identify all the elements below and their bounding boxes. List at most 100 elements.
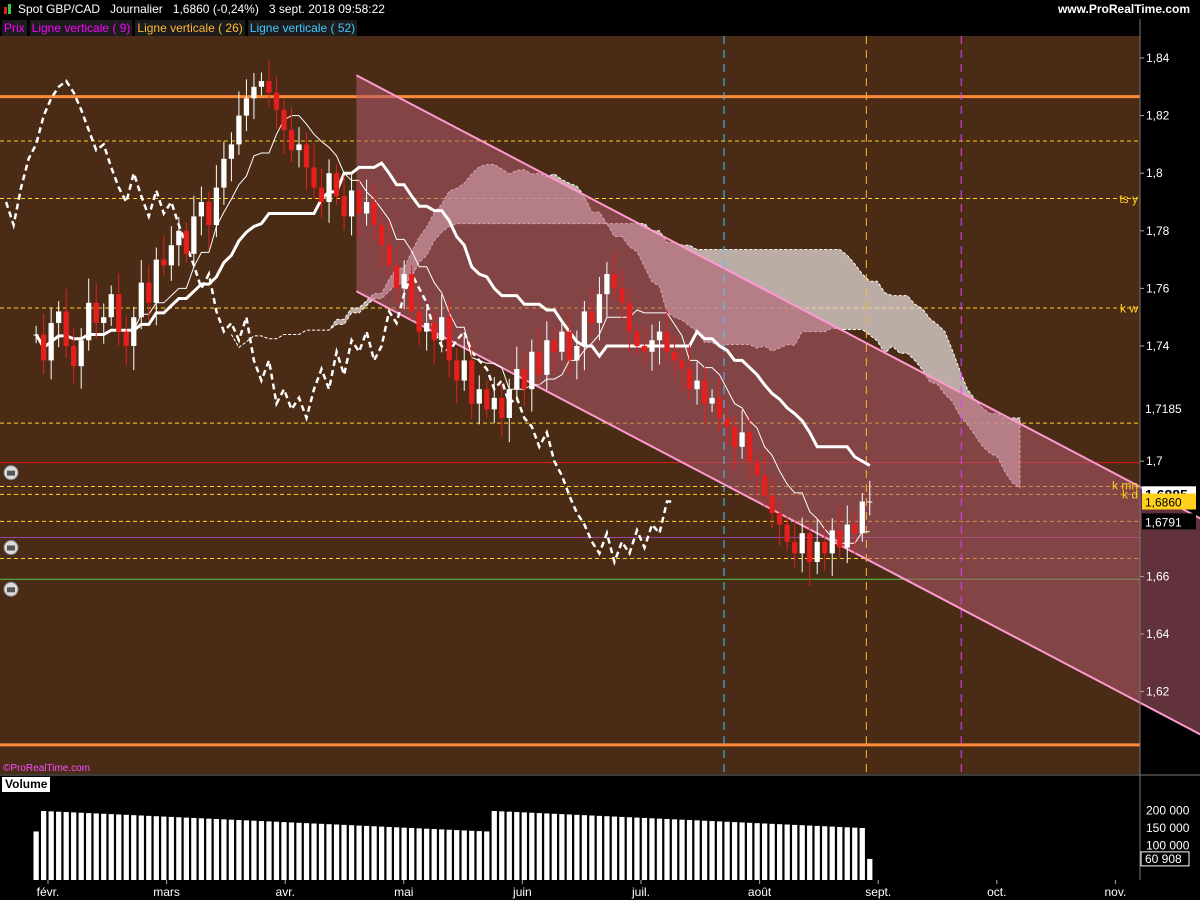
volume-bar[interactable] [71, 812, 77, 880]
candle-body[interactable] [754, 461, 760, 476]
site-link[interactable]: www.ProRealTime.com [1058, 0, 1190, 19]
candle-body[interactable] [506, 389, 512, 418]
candle-body[interactable] [469, 360, 475, 404]
candle-body[interactable] [326, 173, 332, 202]
volume-bar[interactable] [56, 811, 62, 880]
volume-bar[interactable] [251, 820, 257, 880]
candle-body[interactable] [161, 259, 167, 266]
candle-body[interactable] [191, 216, 197, 254]
volume-bar[interactable] [206, 818, 212, 880]
volume-bar[interactable] [348, 825, 355, 880]
volume-bar[interactable] [378, 826, 385, 880]
candle-body[interactable] [604, 274, 610, 295]
candle-body[interactable] [596, 294, 603, 323]
volume-bar[interactable] [792, 824, 798, 880]
candle-body[interactable] [378, 225, 385, 246]
volume-bar[interactable] [521, 812, 527, 880]
candle-body[interactable] [739, 432, 745, 447]
volume-bar[interactable] [168, 816, 174, 880]
volume-bar[interactable] [491, 811, 497, 880]
candle-body[interactable] [371, 202, 377, 226]
candle-body[interactable] [213, 187, 220, 226]
volume-bar[interactable] [716, 821, 723, 880]
volume-bar[interactable] [566, 814, 572, 880]
volume-bar[interactable] [596, 815, 603, 880]
volume-bar[interactable] [814, 825, 820, 880]
volume-bar[interactable] [318, 823, 325, 880]
volume-bar[interactable] [867, 858, 873, 880]
candle-body[interactable] [461, 360, 467, 381]
volume-bar[interactable] [461, 830, 467, 880]
volume-bar[interactable] [799, 825, 805, 880]
candle-body[interactable] [769, 495, 775, 514]
candle-body[interactable] [394, 265, 400, 289]
volume-bar[interactable] [746, 822, 753, 880]
volume-bar[interactable] [499, 811, 505, 880]
candle-body[interactable] [288, 130, 295, 151]
volume-bar[interactable] [108, 814, 114, 880]
candle-body[interactable] [363, 202, 370, 214]
volume-bar[interactable] [671, 819, 678, 880]
candle-body[interactable] [559, 331, 565, 352]
volume-bar[interactable] [701, 820, 708, 880]
volume-bar[interactable] [146, 815, 152, 880]
volume-bar[interactable] [303, 823, 310, 880]
candle-body[interactable] [446, 317, 452, 361]
candle-body[interactable] [574, 346, 580, 361]
candle-body[interactable] [476, 389, 482, 404]
candle-body[interactable] [521, 369, 527, 390]
candle-body[interactable] [86, 302, 92, 341]
volume-bar[interactable] [221, 819, 227, 880]
candle-body[interactable] [686, 369, 693, 390]
candle-body[interactable] [454, 360, 460, 381]
volume-bar[interactable] [709, 821, 715, 880]
volume-bar[interactable] [116, 814, 122, 880]
volume-bar[interactable] [93, 813, 99, 880]
volume-bar[interactable] [837, 826, 843, 880]
volume-bar[interactable] [86, 813, 92, 880]
candle-body[interactable] [78, 340, 84, 367]
volume-bar[interactable] [176, 817, 182, 880]
volume-bar[interactable] [724, 821, 730, 880]
candle-body[interactable] [116, 294, 122, 332]
volume-bar[interactable] [641, 817, 648, 880]
candle-body[interactable] [716, 397, 723, 418]
volume-bar[interactable] [424, 828, 430, 880]
volume-bar[interactable] [536, 813, 542, 880]
candle-body[interactable] [656, 331, 663, 341]
candle-body[interactable] [589, 311, 595, 323]
volume-bar[interactable] [446, 829, 452, 880]
volume-bar[interactable] [626, 817, 633, 880]
candle-body[interactable] [386, 245, 392, 266]
candle-body[interactable] [701, 380, 708, 404]
candle-body[interactable] [101, 317, 107, 323]
volume-bar[interactable] [739, 822, 745, 880]
volume-bar[interactable] [844, 827, 850, 880]
legend-prix[interactable]: Prix [2, 20, 27, 36]
volume-bar[interactable] [183, 817, 189, 880]
volume-bar[interactable] [266, 821, 272, 880]
volume-bar[interactable] [48, 811, 54, 880]
candle-body[interactable] [491, 397, 497, 410]
volume-bar[interactable] [363, 825, 370, 880]
candle-body[interactable] [784, 524, 790, 542]
volume-bar[interactable] [604, 816, 610, 880]
candle-body[interactable] [746, 432, 753, 462]
candle-body[interactable] [401, 274, 407, 289]
candle-body[interactable] [221, 158, 227, 188]
candle-body[interactable] [356, 190, 362, 214]
candle-body[interactable] [424, 322, 430, 332]
candle-body[interactable] [258, 81, 265, 87]
volume-bar[interactable] [544, 813, 550, 880]
volume-bar[interactable] [694, 820, 700, 880]
volume-bar[interactable] [401, 827, 407, 880]
candle-body[interactable] [48, 322, 54, 361]
volume-bar[interactable] [273, 821, 280, 880]
legend-vline-52[interactable]: Ligne verticale ( 52) [247, 20, 358, 36]
candle-body[interactable] [318, 187, 325, 202]
candle-body[interactable] [439, 317, 445, 341]
candle-body[interactable] [867, 501, 873, 503]
volume-bar[interactable] [138, 815, 144, 880]
candle-body[interactable] [56, 311, 62, 323]
candle-body[interactable] [844, 524, 850, 548]
